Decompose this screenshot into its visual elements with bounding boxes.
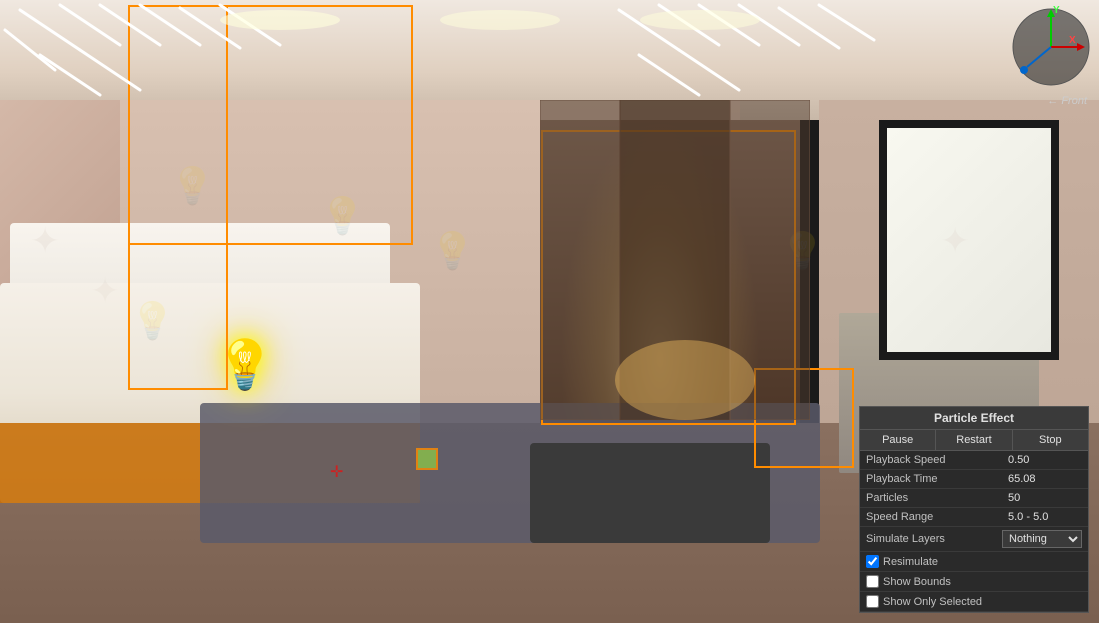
navigation-gizmo[interactable]: X Y [1009, 5, 1094, 90]
transform-indicator: ✛ [330, 462, 343, 482]
wall-light-7: ✦ [940, 220, 970, 262]
resimulate-label: Resimulate [883, 556, 938, 568]
show-only-selected-checkbox[interactable] [866, 595, 879, 608]
resimulate-row: Resimulate [860, 552, 1088, 572]
3d-viewport[interactable]: 💡 ✦ 💡 💡 💡 ✦ 💡 ✦ 💡 [0, 0, 1099, 623]
wall-light-5: ✦ [90, 270, 120, 312]
selection-box-5 [416, 448, 438, 470]
door-frame-svg [540, 100, 810, 420]
show-bounds-checkbox[interactable] [866, 575, 879, 588]
simulate-layers-label: Simulate Layers [866, 533, 1002, 545]
simulate-layers-dropdown[interactable]: Nothing [1002, 530, 1082, 548]
speed-range-label: Speed Range [866, 511, 1002, 523]
playback-speed-value: 0.50 [1002, 454, 1082, 466]
show-only-selected-row: Show Only Selected [860, 592, 1088, 612]
wall-light-1: ✦ [30, 220, 60, 262]
playback-speed-row: Playback Speed 0.50 [860, 451, 1088, 470]
stop-button[interactable]: Stop [1013, 430, 1088, 450]
restart-button[interactable]: Restart [936, 430, 1012, 450]
playback-time-value: 65.08 [1002, 473, 1082, 485]
view-label: ← Front [1047, 95, 1087, 107]
show-bounds-label: Show Bounds [883, 576, 951, 588]
pause-button[interactable]: Pause [860, 430, 936, 450]
playback-time-row: Playback Time 65.08 [860, 470, 1088, 489]
svg-text:Y: Y [1053, 5, 1060, 16]
speed-range-row: Speed Range 5.0 - 5.0 [860, 508, 1088, 527]
ottoman [530, 443, 770, 543]
particle-panel: Particle Effect Pause Restart Stop Playb… [859, 406, 1089, 613]
speed-range-value: 5.0 - 5.0 [1002, 511, 1082, 523]
simulate-layers-row: Simulate Layers Nothing [860, 527, 1088, 552]
particles-row: Particles 50 [860, 489, 1088, 508]
svg-text:X: X [1069, 35, 1076, 46]
resimulate-checkbox[interactable] [866, 555, 879, 568]
wall-light-4: 💡 [430, 230, 475, 272]
playback-speed-label: Playback Speed [866, 454, 1002, 466]
playback-time-label: Playback Time [866, 473, 1002, 485]
particles-value: 50 [1002, 492, 1082, 504]
panel-title: Particle Effect [860, 407, 1088, 430]
particles-label: Particles [866, 492, 1002, 504]
show-bounds-row: Show Bounds [860, 572, 1088, 592]
show-only-selected-label: Show Only Selected [883, 596, 982, 608]
panel-buttons: Pause Restart Stop [860, 430, 1088, 451]
